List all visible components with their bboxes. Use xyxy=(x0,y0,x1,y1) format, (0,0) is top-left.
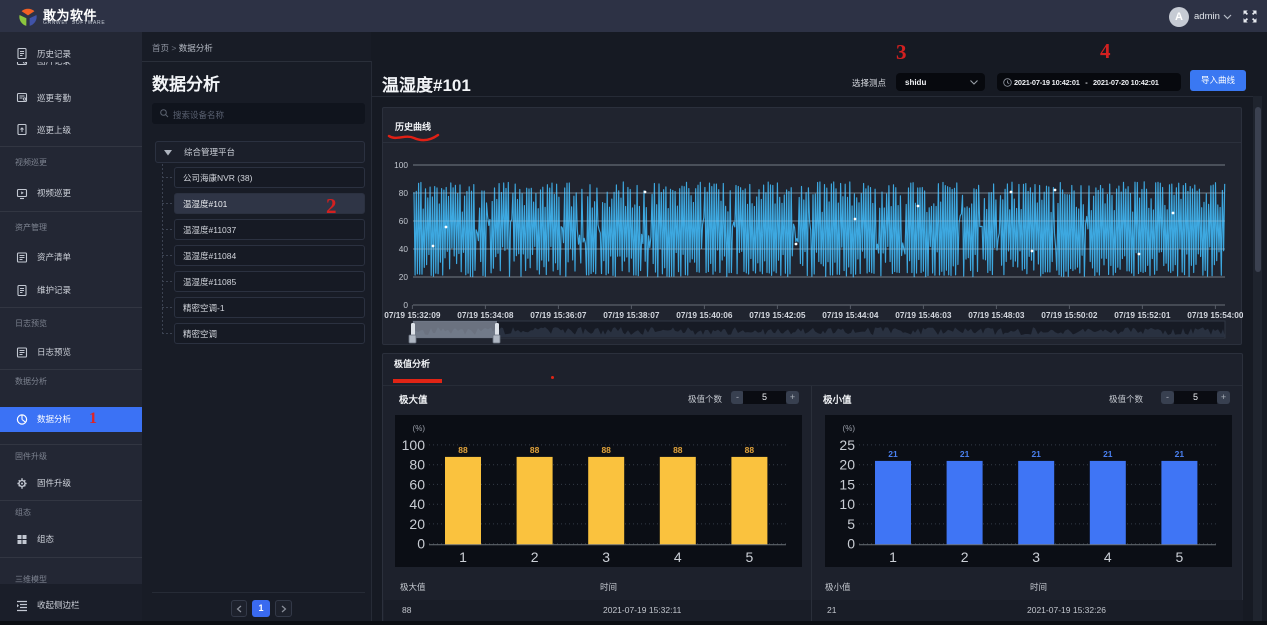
svg-text:20: 20 xyxy=(409,516,425,532)
svg-text:(%): (%) xyxy=(843,424,856,433)
svg-text:88: 88 xyxy=(530,445,540,455)
svg-text:5: 5 xyxy=(1176,549,1184,565)
svg-text:07/19 15:38:07: 07/19 15:38:07 xyxy=(603,310,660,320)
svg-text:5: 5 xyxy=(847,516,855,532)
svg-text:1: 1 xyxy=(459,549,467,565)
svg-text:5: 5 xyxy=(746,549,754,565)
svg-text:40: 40 xyxy=(409,496,425,512)
svg-text:(%): (%) xyxy=(413,424,426,433)
svg-text:80: 80 xyxy=(409,457,425,473)
svg-text:60: 60 xyxy=(409,476,425,492)
svg-text:25: 25 xyxy=(839,437,855,453)
svg-text:100: 100 xyxy=(402,437,426,453)
svg-text:20: 20 xyxy=(839,457,855,473)
svg-text:15: 15 xyxy=(839,476,855,492)
svg-text:21: 21 xyxy=(1175,449,1185,459)
svg-text:21: 21 xyxy=(960,449,970,459)
svg-text:2: 2 xyxy=(531,549,539,565)
svg-text:4: 4 xyxy=(674,549,682,565)
svg-text:0: 0 xyxy=(417,536,425,552)
svg-text:07/19 15:40:06: 07/19 15:40:06 xyxy=(676,310,733,320)
svg-text:07/19 15:50:02: 07/19 15:50:02 xyxy=(1041,310,1098,320)
svg-text:88: 88 xyxy=(673,445,683,455)
svg-text:100: 100 xyxy=(394,160,408,170)
svg-text:0: 0 xyxy=(847,536,855,552)
svg-text:40: 40 xyxy=(399,244,409,254)
svg-text:10: 10 xyxy=(839,496,855,512)
svg-text:3: 3 xyxy=(602,549,610,565)
svg-text:21: 21 xyxy=(888,449,898,459)
svg-text:60: 60 xyxy=(399,216,409,226)
svg-text:07/19 15:44:04: 07/19 15:44:04 xyxy=(822,310,879,320)
svg-text:21: 21 xyxy=(1103,449,1113,459)
svg-text:4: 4 xyxy=(1104,549,1112,565)
svg-text:88: 88 xyxy=(458,445,468,455)
svg-text:20: 20 xyxy=(399,272,409,282)
svg-text:21: 21 xyxy=(1031,449,1041,459)
svg-text:07/19 15:52:01: 07/19 15:52:01 xyxy=(1114,310,1171,320)
svg-text:07/19 15:48:03: 07/19 15:48:03 xyxy=(968,310,1025,320)
svg-text:88: 88 xyxy=(601,445,611,455)
svg-text:07/19 15:46:03: 07/19 15:46:03 xyxy=(895,310,952,320)
svg-text:07/19 15:42:05: 07/19 15:42:05 xyxy=(749,310,806,320)
svg-text:2: 2 xyxy=(961,549,969,565)
svg-text:07/19 15:36:07: 07/19 15:36:07 xyxy=(530,310,587,320)
svg-text:0: 0 xyxy=(403,300,408,310)
svg-text:07/19 15:34:08: 07/19 15:34:08 xyxy=(457,310,514,320)
svg-text:88: 88 xyxy=(745,445,755,455)
svg-text:07/19 15:54:00: 07/19 15:54:00 xyxy=(1187,310,1243,320)
svg-text:80: 80 xyxy=(399,188,409,198)
svg-text:07/19 15:32:09: 07/19 15:32:09 xyxy=(384,310,441,320)
svg-text:3: 3 xyxy=(1032,549,1040,565)
svg-text:1: 1 xyxy=(889,549,897,565)
